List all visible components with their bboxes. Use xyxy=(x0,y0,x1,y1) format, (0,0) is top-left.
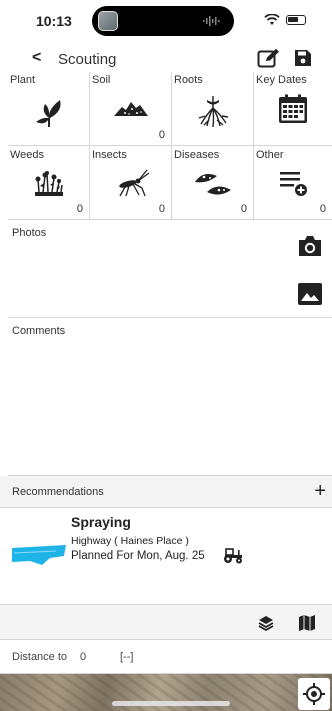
recommendation-item[interactable]: Spraying Highway ( Haines Place ) Planne… xyxy=(0,508,332,604)
comments-label: Comments xyxy=(12,325,66,337)
home-indicator xyxy=(112,701,230,706)
category-plant[interactable]: Plant xyxy=(8,72,90,145)
category-diseases[interactable]: Diseases 0 xyxy=(172,146,254,219)
back-button[interactable]: < xyxy=(32,49,41,67)
category-key-dates[interactable]: Key Dates xyxy=(254,72,332,145)
distance-bar: Distance to 0 [--] xyxy=(0,640,332,674)
category-insects[interactable]: Insects 0 xyxy=(90,146,172,219)
soil-icon xyxy=(113,102,148,116)
category-label: Key Dates xyxy=(256,74,307,86)
battery-icon xyxy=(286,15,306,25)
category-roots[interactable]: Roots xyxy=(172,72,254,145)
scouting-category-grid: Plant Soil 0 Roots Key Dates Weeds 0 Ins… xyxy=(8,72,332,220)
category-label: Soil xyxy=(92,74,111,86)
photos-section: Photos xyxy=(8,222,332,318)
field-shape-thumbnail xyxy=(12,545,66,565)
map-icon[interactable] xyxy=(298,615,316,631)
category-label: Roots xyxy=(174,74,203,86)
category-label: Other xyxy=(256,149,284,161)
image-gallery-icon[interactable] xyxy=(297,282,323,306)
camera-icon[interactable] xyxy=(297,235,323,257)
calendar-icon xyxy=(279,94,307,123)
category-count: 0 xyxy=(158,129,165,141)
distance-label: Distance to xyxy=(12,651,68,663)
insect-icon xyxy=(118,169,149,197)
distance-value: 0 xyxy=(80,651,87,663)
comments-section[interactable]: Comments xyxy=(8,318,332,476)
dynamic-island xyxy=(92,6,234,36)
map-toolbar xyxy=(0,604,332,640)
locate-button[interactable] xyxy=(298,678,330,710)
nav-bar: < Scouting xyxy=(0,44,332,74)
roots-icon xyxy=(198,96,228,128)
edit-icon[interactable] xyxy=(257,48,281,68)
save-icon[interactable] xyxy=(294,49,312,67)
audio-wave-icon xyxy=(203,16,220,26)
recommendations-header: Recommendations + xyxy=(0,476,332,508)
status-bar: 10:13 xyxy=(0,0,332,42)
status-time: 10:13 xyxy=(36,13,72,29)
other-list-icon xyxy=(280,172,307,196)
weeds-icon xyxy=(34,171,63,196)
category-other[interactable]: Other 0 xyxy=(254,146,332,219)
category-count: 0 xyxy=(319,203,326,215)
category-row: Weeds 0 Insects 0 Diseases 0 Other 0 xyxy=(8,146,332,220)
category-label: Diseases xyxy=(174,149,220,161)
recommendation-location: Highway ( Haines Place ) xyxy=(71,535,189,547)
wifi-icon xyxy=(264,14,280,25)
recommendations-label: Recommendations xyxy=(12,486,104,498)
locate-icon xyxy=(303,683,325,705)
category-count: 0 xyxy=(76,203,83,215)
plant-icon xyxy=(35,100,61,127)
photos-label: Photos xyxy=(12,227,47,239)
category-count: 0 xyxy=(158,203,165,215)
category-label: Weeds xyxy=(10,149,45,161)
tractor-icon xyxy=(224,548,242,564)
distance-target-selector[interactable]: [--] xyxy=(120,651,133,663)
category-weeds[interactable]: Weeds 0 xyxy=(8,146,90,219)
category-count: 0 xyxy=(240,203,247,215)
category-label: Plant xyxy=(10,74,36,86)
recommendation-title: Spraying xyxy=(71,514,131,530)
recommendation-planned-date: Planned For Mon, Aug. 25 xyxy=(71,550,205,562)
category-label: Insects xyxy=(92,149,127,161)
category-row: Plant Soil 0 Roots Key Dates xyxy=(8,72,332,146)
layers-icon[interactable] xyxy=(258,615,274,631)
category-soil[interactable]: Soil 0 xyxy=(90,72,172,145)
page-title: Scouting xyxy=(58,51,117,68)
app-thumbnail-icon xyxy=(98,11,118,31)
add-recommendation-button[interactable]: + xyxy=(314,480,326,503)
disease-icon xyxy=(194,174,231,195)
